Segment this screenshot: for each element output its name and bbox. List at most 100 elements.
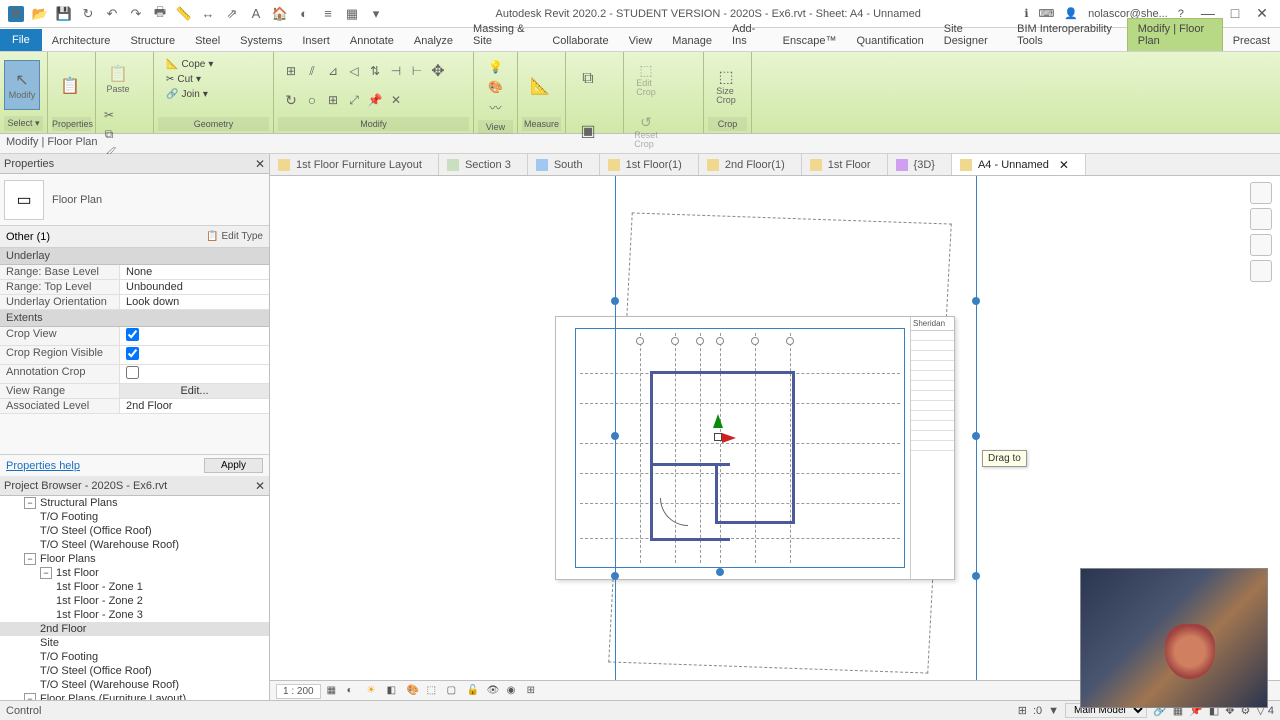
full-nav-wheel-icon[interactable] — [1250, 208, 1272, 230]
rotate-icon[interactable]: ↻ — [282, 91, 300, 109]
prop-assoc-level-val[interactable]: 2nd Floor — [120, 399, 269, 413]
paste-button[interactable]: 📋Paste — [100, 54, 136, 104]
browser-structural-plans[interactable]: −Structural Plans — [0, 496, 269, 510]
text-icon[interactable]: A — [248, 6, 264, 22]
browser-zone2[interactable]: 1st Floor - Zone 2 — [0, 594, 269, 608]
reveal-hidden-icon[interactable]: ◉ — [507, 685, 521, 699]
align-icon[interactable]: ⊞ — [282, 62, 300, 80]
tab-steel[interactable]: Steel — [185, 31, 230, 51]
browser-to-steel-office[interactable]: T/O Steel (Office Roof) — [0, 524, 269, 538]
show-crop-icon[interactable]: ▢ — [447, 685, 461, 699]
home-view-icon[interactable] — [1250, 182, 1272, 204]
collapse-icon[interactable]: − — [24, 553, 36, 565]
array-icon[interactable]: ⊞ — [324, 91, 342, 109]
mirror-draw-icon[interactable]: ◁ — [345, 62, 363, 80]
modify-button[interactable]: ↖Modify — [4, 60, 40, 110]
wall[interactable] — [650, 371, 795, 374]
join-button[interactable]: 🔗 Join ▾ — [162, 88, 212, 101]
override-icon[interactable]: 🎨 — [487, 78, 505, 96]
vtab-1st[interactable]: 1st Floor — [802, 154, 888, 175]
split-icon[interactable]: ⇅ — [366, 62, 384, 80]
move-origin-icon[interactable] — [714, 433, 722, 441]
close-tab-icon[interactable]: ✕ — [1059, 158, 1069, 172]
type-selector[interactable]: ▭ Floor Plan — [0, 174, 269, 226]
wall[interactable] — [715, 463, 718, 523]
prop-und-orient-val[interactable]: Look down — [120, 295, 269, 309]
browser-to-footing2[interactable]: T/O Footing — [0, 650, 269, 664]
linework-icon[interactable]: 〰 — [487, 98, 505, 116]
grid-head[interactable] — [786, 337, 794, 345]
tab-quantification[interactable]: Quantification — [846, 31, 933, 51]
crop-handle[interactable] — [716, 568, 724, 576]
tab-bim[interactable]: BIM Interoperability Tools — [1007, 19, 1127, 51]
print-icon[interactable]: 🖶 — [152, 6, 168, 22]
tab-addins[interactable]: Add-Ins — [722, 19, 773, 51]
browser-zone3[interactable]: 1st Floor - Zone 3 — [0, 608, 269, 622]
prop-crop-region-val[interactable] — [120, 346, 269, 364]
delete-icon[interactable]: ✕ — [387, 91, 405, 109]
crop-view-checkbox[interactable] — [126, 328, 139, 341]
switch-windows-icon[interactable]: ▾ — [368, 6, 384, 22]
crop-handle[interactable] — [972, 297, 980, 305]
redo-icon[interactable]: ↷ — [128, 6, 144, 22]
tab-analyze[interactable]: Analyze — [404, 31, 463, 51]
wall[interactable] — [792, 371, 795, 521]
filter-icon[interactable]: ▼ — [1048, 705, 1059, 717]
pin-icon[interactable]: 📌 — [366, 91, 384, 109]
mirror-axis-icon[interactable]: ⊿ — [324, 62, 342, 80]
measure-icon[interactable]: 📏 — [176, 6, 192, 22]
thin-lines-icon[interactable]: ≡ — [320, 6, 336, 22]
collapse-icon[interactable]: − — [24, 497, 36, 509]
close-properties-icon[interactable]: ✕ — [255, 157, 265, 171]
cope-button[interactable]: 📐 Cope ▾ — [162, 58, 217, 71]
scale-icon[interactable]: ⤢ — [345, 91, 363, 109]
tab-structure[interactable]: Structure — [120, 31, 185, 51]
browser-site[interactable]: Site — [0, 636, 269, 650]
create-similar-button[interactable]: ⧉ — [570, 54, 606, 104]
edit-type-button[interactable]: 📋 Edit Type — [206, 231, 263, 242]
tab-architecture[interactable]: Architecture — [42, 31, 121, 51]
copy-clip-icon[interactable]: ⧉ — [100, 125, 118, 143]
properties-help-link[interactable]: Properties help — [6, 460, 80, 472]
undo-icon[interactable]: ↶ — [104, 6, 120, 22]
unlock-3d-icon[interactable]: 🔓 — [467, 685, 481, 699]
browser-1st-floor[interactable]: −1st Floor — [0, 566, 269, 580]
grid-head[interactable] — [636, 337, 644, 345]
move-x-arrow-icon[interactable] — [722, 433, 736, 443]
sun-path-icon[interactable]: ☀ — [367, 685, 381, 699]
copy-icon[interactable]: ○ — [303, 91, 321, 109]
tab-manage[interactable]: Manage — [662, 31, 722, 51]
anno-crop-checkbox[interactable] — [126, 366, 139, 379]
pan-icon[interactable] — [1250, 234, 1272, 256]
vtab-1st1[interactable]: 1st Floor(1) — [600, 154, 699, 175]
title-block[interactable]: Sheridan — [910, 317, 954, 579]
viewport-crop[interactable] — [575, 328, 905, 568]
size-crop-button[interactable]: ⬚Size Crop — [708, 61, 744, 111]
browser-to-footing[interactable]: T/O Footing — [0, 510, 269, 524]
move-icon[interactable]: ✥ — [429, 62, 447, 80]
grid-head[interactable] — [696, 337, 704, 345]
close-hidden-icon[interactable]: ▦ — [344, 6, 360, 22]
crop-handle[interactable] — [611, 297, 619, 305]
move-y-arrow-icon[interactable] — [713, 414, 723, 428]
vtab-3d[interactable]: {3D} — [888, 154, 952, 175]
apply-button[interactable]: Apply — [204, 458, 263, 473]
tab-systems[interactable]: Systems — [230, 31, 292, 51]
tag-icon[interactable]: ⇗ — [224, 6, 240, 22]
crop-handle[interactable] — [611, 432, 619, 440]
crop-handle[interactable] — [972, 432, 980, 440]
align-dim-icon[interactable]: ↔ — [200, 6, 216, 22]
tab-view[interactable]: View — [619, 31, 663, 51]
wall[interactable] — [650, 463, 730, 466]
crop-extent-line[interactable] — [615, 176, 616, 716]
tab-precast[interactable]: Precast — [1223, 31, 1280, 51]
browser-to-steel-wh[interactable]: T/O Steel (Warehouse Roof) — [0, 538, 269, 552]
shadows-icon[interactable]: ◧ — [387, 685, 401, 699]
open-icon[interactable]: 📂 — [32, 6, 48, 22]
detail-level-icon[interactable]: ▦ — [327, 685, 341, 699]
prop-range-top-val[interactable]: Unbounded — [120, 280, 269, 294]
properties-button[interactable]: 📋 — [52, 61, 88, 111]
workset-icon[interactable]: ⊞ — [1018, 704, 1027, 717]
browser-floor-plans[interactable]: −Floor Plans — [0, 552, 269, 566]
tab-modify-floorplan[interactable]: Modify | Floor Plan — [1127, 18, 1223, 51]
